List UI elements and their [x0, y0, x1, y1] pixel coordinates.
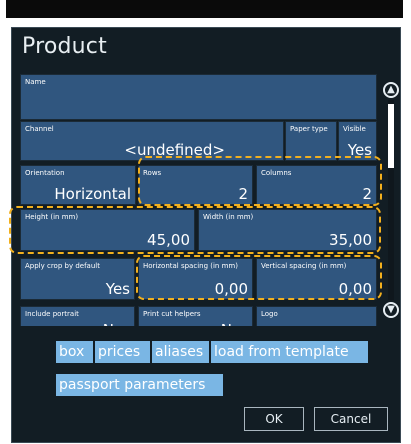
print-cut-helpers-value: N: [221, 322, 232, 327]
apply-crop-value: Yes: [105, 280, 130, 298]
orientation-field[interactable]: Orientation Horizontal: [20, 165, 136, 205]
tab-load-from-template[interactable]: load from template: [211, 341, 368, 363]
tab-passport-parameters[interactable]: passport parameters: [56, 374, 223, 396]
paper-type-label: Paper type: [290, 125, 328, 133]
scroll-thumb[interactable]: [388, 104, 394, 168]
scroll-down-icon[interactable]: ▼: [383, 302, 399, 318]
tab-prices[interactable]: prices: [95, 341, 150, 363]
name-field[interactable]: Name: [20, 74, 377, 120]
tab-aliases[interactable]: aliases: [152, 341, 209, 363]
highlight-height-width: [9, 206, 381, 254]
logo-label: Logo: [261, 310, 278, 318]
tab-box[interactable]: box: [56, 341, 93, 363]
top-bar-strip: [6, 0, 403, 18]
apply-crop-field[interactable]: Apply crop by default Yes: [20, 258, 135, 300]
dialog-title: Product: [22, 34, 107, 59]
highlight-spacing: [136, 255, 382, 300]
ok-button[interactable]: OK: [244, 407, 304, 431]
print-cut-helpers-field[interactable]: Print cut helpers N: [138, 306, 253, 326]
include-portrait-field[interactable]: Include portrait N: [20, 306, 135, 326]
partial-row-clip: Include portrait N Print cut helpers N L…: [20, 306, 380, 326]
print-cut-helpers-label: Print cut helpers: [143, 310, 201, 318]
include-portrait-label: Include portrait: [25, 310, 79, 318]
cancel-button[interactable]: Cancel: [314, 407, 388, 431]
include-portrait-value: N: [103, 322, 114, 327]
visible-label: Visible: [343, 125, 366, 133]
orientation-value: Horizontal: [54, 185, 131, 203]
highlight-rows-columns: [138, 156, 382, 206]
channel-label: Channel: [25, 125, 54, 133]
logo-field[interactable]: Logo: [256, 306, 377, 326]
name-label: Name: [25, 78, 46, 86]
paper-type-field[interactable]: Paper type: [285, 121, 337, 161]
scroll-up-icon[interactable]: ▲: [383, 82, 399, 98]
apply-crop-label: Apply crop by default: [25, 262, 100, 270]
top-bar: [0, 0, 411, 22]
visible-field[interactable]: Visible Yes: [338, 121, 377, 161]
orientation-label: Orientation: [25, 169, 65, 177]
channel-field[interactable]: Channel <undefined>: [20, 121, 284, 161]
